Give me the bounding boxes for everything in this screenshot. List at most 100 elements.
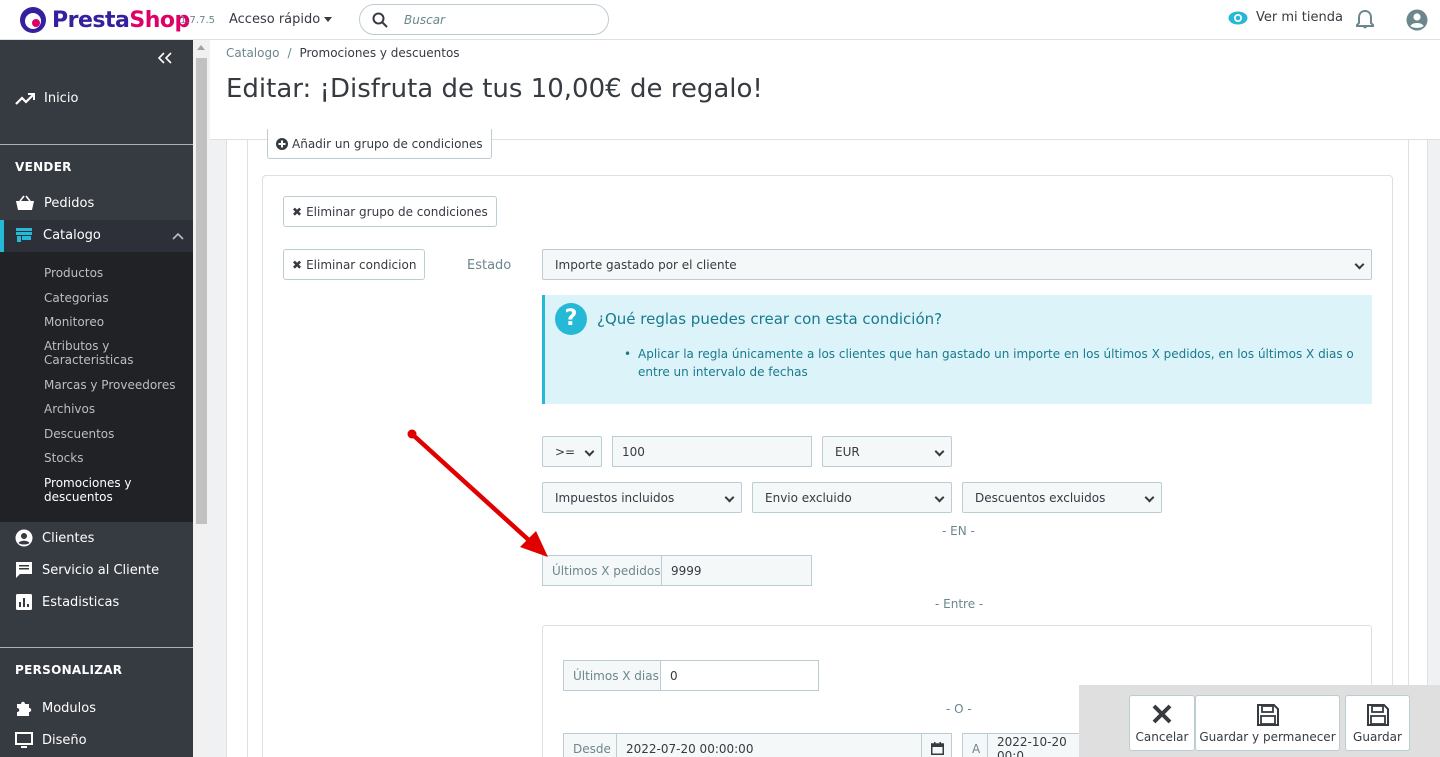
panel-border [247,140,248,757]
section-sell-title: VENDER [15,160,72,174]
submenu-item-promotions[interactable]: Promociones y descuentos [44,476,184,504]
chevron-up-icon[interactable] [172,232,184,240]
to-date-input[interactable]: 2022-10-20 00:0 [987,733,1087,757]
chevron-down-icon [1354,259,1365,270]
puzzle-icon [17,701,32,716]
or-separator-label: - O - [946,702,972,716]
calendar-icon [931,742,944,755]
collapse-sidebar-icon[interactable] [157,52,172,67]
discounts-select[interactable]: Descuentos excluidos [962,482,1162,513]
close-icon: ✖ [292,204,303,219]
close-icon [1152,704,1172,724]
from-date-input[interactable]: 2022-07-20 00:00:00 [616,733,922,757]
en-separator-label: - EN - [942,524,975,538]
save-icon [1366,704,1389,726]
cancel-button[interactable]: Cancelar [1129,695,1195,751]
breadcrumb-separator: / [287,46,292,60]
sidebar-item-design[interactable]: Diseño [15,731,87,749]
question-icon: ? [555,303,587,335]
operator-select[interactable]: >= [542,436,602,467]
breadcrumb: Catalogo / Promociones y descuentos [226,46,460,60]
remove-condition-group-button[interactable]: ✖ Eliminar grupo de condiciones [283,196,497,227]
amount-input[interactable]: 100 [612,436,812,467]
desktop-icon [15,732,33,748]
breadcrumb-parent[interactable]: Catalogo [226,46,279,60]
add-condition-group-button[interactable]: Añadir un grupo de condiciones [267,129,492,159]
shopping-basket-icon [16,195,34,210]
sidebar-item-home[interactable]: Inicio [15,91,78,106]
prestashop-logo[interactable]: PrestaShop [20,7,190,33]
caret-down-icon [324,17,333,22]
info-alert: ? ¿Qué reglas puedes crear con esta cond… [542,295,1372,404]
breadcrumb-current: Promociones y descuentos [299,46,460,60]
tax-select[interactable]: Impuestos incluidos [542,482,742,513]
from-label: Desde [563,733,617,757]
user-account-icon[interactable] [1406,9,1428,34]
section-customize-title: PERSONALIZAR [15,663,123,677]
scroll-up-arrow-icon[interactable] [197,45,205,50]
save-icon [1256,704,1279,726]
save-button[interactable]: Guardar [1345,695,1410,751]
sidebar-item-customer-service[interactable]: Servicio al Cliente [15,561,159,579]
bar-chart-icon [16,594,32,610]
between-separator-label: - Entre - [935,597,984,611]
search-icon [372,12,388,28]
quick-access-dropdown[interactable]: Acceso rápido [229,12,333,27]
catalog-submenu: Productos Categorias Monitoreo Atributos… [0,252,193,522]
submenu-item-discounts[interactable]: Descuentos [44,427,184,441]
panel-border [1408,140,1409,757]
currency-select[interactable]: EUR [822,436,952,467]
view-shop-link[interactable]: Ver mi tienda [1228,10,1343,25]
chevron-down-icon [1144,492,1155,503]
last-orders-label: Últimos X pedidos [542,555,662,586]
chat-icon [16,562,32,578]
submenu-item-categories[interactable]: Categorias [44,291,184,305]
eye-icon [1228,11,1248,24]
sidebar-item-orders[interactable]: Pedidos [15,195,94,211]
state-label: Estado [467,258,512,273]
chevron-down-icon [934,492,945,503]
to-label: A [962,733,988,757]
last-days-input[interactable]: 0 [660,660,819,691]
submenu-item-files[interactable]: Archivos [44,402,184,416]
info-title: ¿Qué reglas puedes crear con esta condic… [597,310,943,328]
plus-circle-icon [276,137,288,150]
calendar-addon[interactable] [921,733,952,757]
info-list-item: Aplicar la regla únicamente a los client… [624,345,1358,381]
submenu-item-monitoring[interactable]: Monitoreo [44,315,184,329]
search-box[interactable] [359,4,609,35]
submenu-item-attributes[interactable]: Atributos y Caracteristicas [44,339,184,367]
top-header: PrestaShop 1.7.7.5 Acceso rápido Ver mi … [0,0,1440,40]
remove-condition-button[interactable]: ✖ Eliminar condicion [283,249,426,280]
shipping-select[interactable]: Envio excluido [752,482,952,513]
last-days-label: Últimos X dias [563,660,661,691]
submenu-item-products[interactable]: Productos [44,266,184,280]
chevron-down-icon [584,446,595,457]
page-header: Catalogo / Promociones y descuentos Editar… [210,40,1440,140]
logo-text: PrestaShop [52,7,190,33]
state-select[interactable]: Importe gastado por el cliente [542,249,1372,280]
close-icon: ✖ [292,257,303,272]
prestashop-logo-icon [20,7,46,33]
submenu-item-brands[interactable]: Marcas y Proveedores [44,378,184,392]
trending-up-icon [15,92,35,105]
submenu-item-stocks[interactable]: Stocks [44,451,184,465]
chevron-down-icon [934,446,945,457]
last-orders-input[interactable]: 9999 [661,555,812,586]
account-circle-icon [15,529,33,547]
sidebar: Inicio VENDER Pedidos Catalogo Productos… [0,40,193,757]
scrollbar-thumb[interactable] [196,58,207,524]
search-input[interactable] [404,10,599,30]
store-icon [16,228,32,242]
page-title: Editar: ¡Disfruta de tus 10,00€ de regal… [226,74,763,104]
chevron-down-icon [724,492,735,503]
sidebar-item-stats[interactable]: Estadisticas [15,593,119,611]
version-label: 1.7.7.5 [180,15,215,26]
sidebar-divider [0,647,193,648]
sidebar-item-customers[interactable]: Clientes [15,529,94,547]
sidebar-item-modules[interactable]: Modulos [15,699,96,717]
save-and-stay-button[interactable]: Guardar y permanecer [1195,695,1340,751]
sidebar-divider [0,144,193,145]
sidebar-item-catalog[interactable]: Catalogo [15,227,101,243]
notifications-bell-icon[interactable] [1356,9,1374,33]
